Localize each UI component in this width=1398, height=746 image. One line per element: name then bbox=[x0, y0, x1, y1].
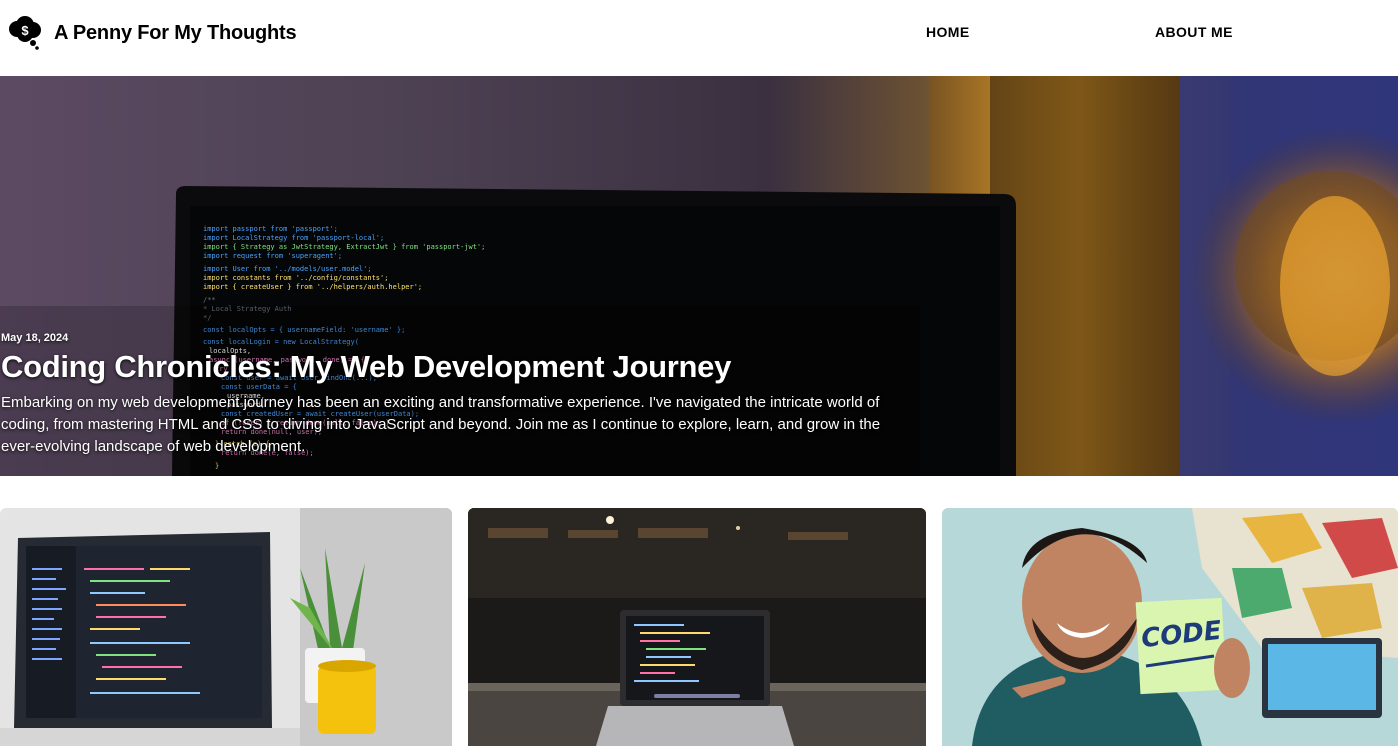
svg-text:import constants from '../conf: import constants from '../config/constan… bbox=[203, 274, 388, 282]
brand-link[interactable]: $ A Penny For My Thoughts bbox=[8, 16, 297, 50]
svg-text:/**: /** bbox=[203, 296, 216, 304]
post-title[interactable]: Coding Chronicles: My Web Development Jo… bbox=[1, 350, 901, 384]
featured-post-hero[interactable]: import passport from 'passport'; import … bbox=[0, 76, 1398, 476]
man-holding-code-note-image: CODE bbox=[942, 508, 1398, 746]
post-card-2[interactable] bbox=[468, 508, 926, 746]
svg-text:import request from 'superagen: import request from 'superagent'; bbox=[203, 252, 342, 260]
svg-text:import LocalStrategy from 'pas: import LocalStrategy from 'passport-loca… bbox=[203, 234, 384, 242]
site-title: A Penny For My Thoughts bbox=[54, 21, 297, 44]
laptop-dark-room-image bbox=[468, 508, 926, 746]
svg-text:import User from '../models/us: import User from '../models/user.model'; bbox=[203, 265, 372, 273]
post-date: May 18, 2024 bbox=[1, 332, 69, 344]
post-card-3[interactable]: CODE bbox=[942, 508, 1398, 746]
post-card-1[interactable] bbox=[0, 508, 452, 746]
nav-about-link[interactable]: ABOUT ME bbox=[1155, 24, 1233, 40]
svg-text:import passport from 'passport: import passport from 'passport'; bbox=[203, 225, 338, 233]
nav-home-link[interactable]: HOME bbox=[926, 24, 970, 40]
site-header: $ A Penny For My Thoughts HOME ABOUT ME bbox=[0, 0, 1398, 76]
post-excerpt: Embarking on my web development journey … bbox=[1, 394, 881, 455]
svg-text:$: $ bbox=[21, 23, 29, 38]
laptop-code-editor-image bbox=[0, 508, 452, 746]
thought-cloud-dollar-icon: $ bbox=[9, 16, 41, 50]
svg-text:import { createUser } from '..: import { createUser } from '../helpers/a… bbox=[203, 283, 422, 291]
hero-text: May 18, 2024 Coding Chronicles: My Web D… bbox=[1, 332, 901, 458]
svg-text:import { Strategy as JwtStrate: import { Strategy as JwtStrategy, Extrac… bbox=[203, 243, 485, 251]
